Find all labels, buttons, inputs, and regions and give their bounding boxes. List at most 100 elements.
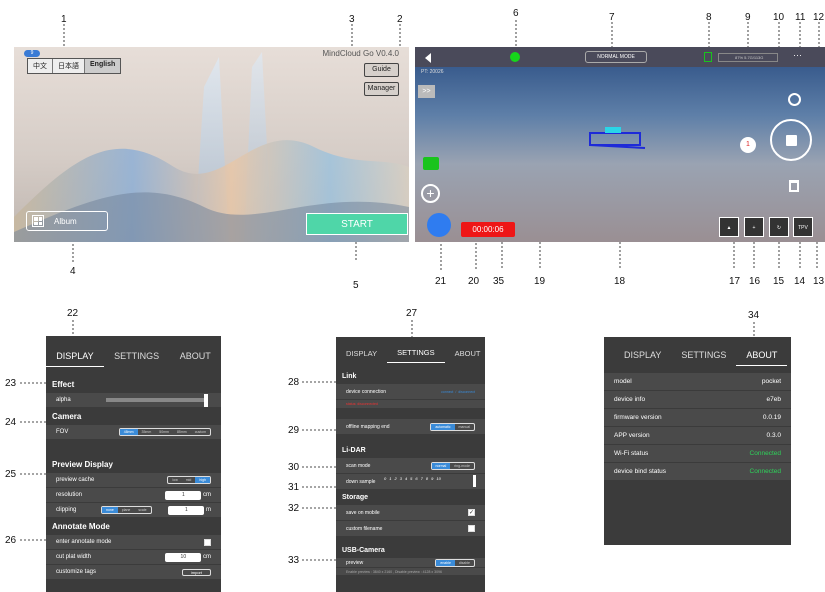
reset-view-icon[interactable] — [788, 93, 801, 106]
back-icon[interactable] — [425, 53, 431, 63]
import-button[interactable]: import — [181, 568, 211, 576]
preview-cache-selector[interactable]: low mid high — [167, 476, 211, 484]
grid-icon — [32, 215, 44, 227]
clip-option[interactable]: plane — [118, 507, 135, 513]
settings-panel: DISPLAY SETTINGS ABOUT Link device conne… — [336, 337, 485, 592]
callout-7: 7 — [609, 12, 615, 23]
offline-mapping-label: offline mapping end — [346, 423, 390, 430]
color-mode-button[interactable]: ▲ — [719, 217, 739, 237]
scan-logo-icon[interactable] — [427, 213, 451, 237]
tick-label: 4 — [404, 476, 408, 481]
preview-selector[interactable]: enable disable — [435, 558, 475, 567]
tick-label: 1 — [389, 476, 392, 481]
tab-about[interactable]: ABOUT — [445, 344, 491, 363]
row-label: device info — [614, 396, 646, 403]
row-label: firmware version — [614, 414, 662, 421]
stop-record-button[interactable] — [770, 119, 812, 161]
custom-filename-checkbox[interactable] — [468, 525, 475, 532]
alpha-slider[interactable] — [106, 398, 206, 402]
resolution-unit: cm — [203, 491, 211, 498]
offline-option[interactable]: automatic — [431, 423, 455, 430]
cache-option[interactable]: high — [195, 477, 210, 483]
callout-14: 14 — [794, 276, 806, 287]
scan-mode-selector[interactable]: normal ring-mode — [430, 461, 475, 470]
fov-selector[interactable]: 48mm 35mm 50mm 85mm custom — [118, 428, 211, 436]
preview-option[interactable]: enable — [436, 559, 455, 566]
resolution-input[interactable]: 1 — [165, 490, 202, 500]
tab-settings[interactable]: SETTINGS — [387, 343, 445, 363]
offline-option[interactable]: manual — [455, 424, 474, 430]
callout-25: 25 — [5, 469, 17, 480]
tick-label: 7 — [420, 476, 423, 481]
callout-31: 31 — [288, 482, 300, 493]
tab-display[interactable]: DISPLAY — [336, 344, 387, 363]
start-button[interactable]: START — [306, 213, 408, 235]
tpv-button[interactable]: TPV — [793, 217, 813, 237]
clip-option[interactable]: scale — [134, 507, 150, 513]
callout-22: 22 — [67, 308, 79, 319]
fov-option[interactable]: 48mm — [119, 429, 138, 435]
clipping-selector[interactable]: none plane scale — [101, 506, 152, 514]
down-sample-handle[interactable] — [473, 475, 476, 487]
camera-icon[interactable] — [423, 157, 439, 170]
add-icon[interactable]: + — [421, 184, 440, 203]
scan-option[interactable]: normal — [431, 462, 451, 469]
section-storage: Storage — [336, 490, 485, 505]
cache-option[interactable]: low — [168, 477, 181, 483]
trash-icon[interactable] — [789, 180, 799, 192]
expand-button[interactable]: >> — [418, 85, 435, 98]
tab-display[interactable]: DISPLAY — [614, 345, 671, 365]
fov-option[interactable]: 50mm — [155, 429, 173, 435]
point-cloud-model — [589, 127, 646, 149]
lang-chinese[interactable]: 中文 — [28, 59, 53, 73]
more-icon[interactable]: ··· — [793, 50, 802, 60]
cache-option[interactable]: mid — [182, 477, 196, 483]
tab-display[interactable]: DISPLAY — [46, 346, 104, 367]
tab-settings[interactable]: SETTINGS — [671, 345, 736, 365]
save-on-mobile-checkbox[interactable]: ✓ — [468, 509, 475, 516]
callout-2: 2 — [397, 14, 403, 25]
mode-button[interactable]: NORMAL MODE — [585, 51, 647, 63]
fov-option[interactable]: custom — [191, 429, 210, 435]
connection-status-icon — [510, 52, 520, 62]
callout-9: 9 — [745, 12, 751, 23]
display-panel: DISPLAY SETTINGS ABOUT Effect alpha Came… — [46, 336, 221, 592]
tick-label: 9 — [431, 476, 434, 481]
lang-english[interactable]: English — [85, 59, 121, 73]
row-label: Wi-Fi status — [614, 450, 649, 457]
custom-filename-label: custom filename — [346, 525, 383, 532]
offline-mapping-selector[interactable]: automatic manual — [430, 422, 475, 431]
tick-label: 6 — [415, 476, 418, 481]
callout-8: 8 — [706, 12, 712, 23]
down-sample-slider[interactable]: 0 1 2 3 4 5 6 7 8 9 10 — [384, 476, 441, 481]
callout-13: 13 — [813, 276, 825, 287]
tab-settings[interactable]: SETTINGS — [104, 346, 169, 366]
tab-about[interactable]: ABOUT — [170, 346, 221, 366]
tick-label: 5 — [410, 476, 413, 481]
clip-option[interactable]: none — [102, 507, 118, 513]
fov-option[interactable]: 35mm — [138, 429, 156, 435]
preview-note: Enable preview : 3840 x 2160 , Disable p… — [346, 569, 442, 574]
loop-button[interactable]: ↻ — [769, 217, 789, 237]
connect-button[interactable]: connect — [441, 390, 453, 394]
callout-4: 4 — [70, 266, 76, 277]
row-value: 0.0.19 — [762, 414, 781, 421]
alpha-slider-handle[interactable] — [204, 394, 208, 407]
guide-button[interactable]: Guide — [364, 63, 399, 77]
lang-japanese[interactable]: 日本語 — [53, 59, 85, 73]
cut-width-input[interactable]: 10 — [165, 552, 202, 562]
clipping-input[interactable]: 1 — [168, 505, 205, 515]
disconnect-button[interactable]: disconnect — [458, 390, 475, 394]
about-row-firmware: firmware version 0.0.19 — [604, 409, 791, 427]
album-button[interactable]: Album — [26, 211, 108, 231]
manager-button[interactable]: Manager — [364, 82, 399, 96]
about-row-model: model pocket — [604, 373, 791, 391]
tick-label: 0 — [384, 476, 387, 481]
annotate-checkbox[interactable] — [204, 538, 211, 546]
tab-about[interactable]: ABOUT — [736, 345, 788, 366]
callout-17: 17 — [729, 276, 741, 287]
grid-toggle-button[interactable]: + — [744, 217, 764, 237]
preview-option[interactable]: disable — [455, 560, 474, 566]
fov-option[interactable]: 85mm — [173, 429, 191, 435]
scan-option[interactable]: ring-mode — [450, 463, 474, 469]
